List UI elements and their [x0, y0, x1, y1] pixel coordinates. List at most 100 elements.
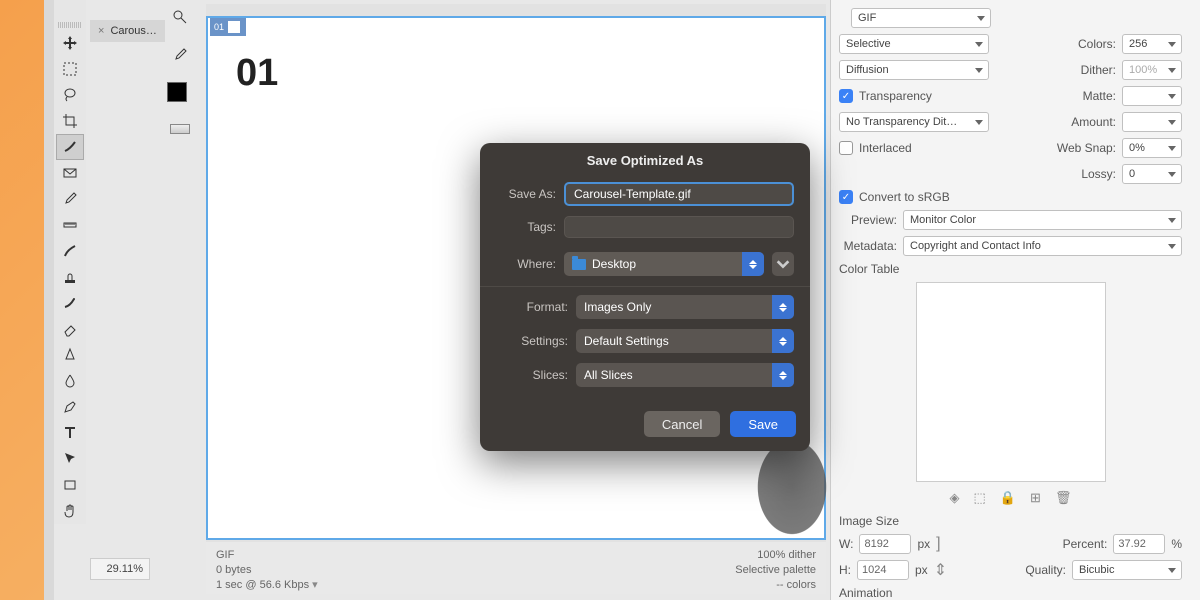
matte-select[interactable] — [1122, 86, 1182, 106]
magnify-icon[interactable] — [169, 6, 191, 28]
brush-tool-icon[interactable] — [56, 238, 84, 264]
transparency-label: Transparency — [859, 89, 932, 103]
drop-tool-icon[interactable] — [56, 368, 84, 394]
quality-select[interactable]: Bicubic — [1072, 560, 1182, 580]
slices-select[interactable]: All Slices — [576, 363, 794, 387]
save-button[interactable]: Save — [730, 411, 796, 437]
footer-format: GIF — [216, 548, 318, 563]
w-label: W: — [839, 537, 853, 551]
footer-palette: Selective palette — [735, 563, 816, 578]
where-label: Where: — [496, 257, 556, 271]
pen-tool-icon[interactable] — [56, 394, 84, 420]
dither-select[interactable]: Diffusion — [839, 60, 989, 80]
preview-select[interactable]: Monitor Color — [903, 210, 1182, 230]
ct-lock-icon[interactable]: 🔒 — [1000, 490, 1016, 506]
color-table — [916, 282, 1106, 482]
window-edge — [44, 0, 54, 600]
marquee-tool-icon[interactable] — [56, 56, 84, 82]
h-label: H: — [839, 563, 851, 577]
hand-tool-icon[interactable] — [56, 498, 84, 524]
zoom-level[interactable]: 29.11% — [90, 558, 150, 580]
settings-label: Settings: — [496, 334, 568, 348]
settings-select[interactable]: Default Settings — [576, 329, 794, 353]
colors-label: Colors: — [1078, 37, 1116, 51]
where-select[interactable]: Desktop — [564, 252, 764, 276]
percent-label: Percent: — [1063, 537, 1108, 551]
lasso-tool-icon[interactable] — [56, 82, 84, 108]
width-input[interactable]: 8192 — [859, 534, 911, 554]
ruler-tool-icon[interactable] — [56, 212, 84, 238]
metadata-select[interactable]: Copyright and Contact Info — [903, 236, 1182, 256]
eyedropper-tool-icon[interactable] — [56, 186, 84, 212]
eraser-tool-icon[interactable] — [56, 316, 84, 342]
colors-select[interactable]: 256 — [1122, 34, 1182, 54]
height-input[interactable]: 1024 — [857, 560, 909, 580]
slices-label: Slices: — [496, 368, 568, 382]
slice-swatch-icon[interactable] — [170, 124, 190, 134]
dialog-title: Save Optimized As — [480, 143, 810, 178]
tags-label: Tags: — [496, 220, 556, 234]
amount-select[interactable] — [1122, 112, 1182, 132]
blur-tool-icon[interactable] — [56, 134, 84, 160]
close-tab-icon[interactable]: × — [98, 25, 104, 37]
srgb-label: Convert to sRGB — [859, 190, 950, 204]
save-as-input[interactable]: Carousel-Template.gif — [564, 182, 794, 206]
save-optimized-dialog: Save Optimized As Save As: Carousel-Temp… — [480, 143, 810, 451]
tags-input[interactable] — [564, 216, 794, 238]
slice-badge[interactable]: 01 — [210, 18, 246, 36]
sharpen-tool-icon[interactable] — [56, 342, 84, 368]
percent-input[interactable]: 37.92 — [1113, 534, 1165, 554]
color-reduction-select[interactable]: Selective — [839, 34, 989, 54]
expand-button[interactable] — [772, 252, 794, 276]
path-select-tool-icon[interactable] — [56, 446, 84, 472]
ct-new-icon[interactable]: ⊞ — [1030, 490, 1041, 506]
ct-snap-icon[interactable]: ◈ — [950, 490, 960, 506]
envelope-tool-icon[interactable] — [56, 160, 84, 186]
interlaced-checkbox[interactable] — [839, 141, 853, 155]
tools-panel — [54, 0, 86, 524]
document-tab-name: Carous… — [110, 25, 156, 37]
history-brush-tool-icon[interactable] — [56, 290, 84, 316]
trans-dither-select[interactable]: No Transparency Dit… — [839, 112, 989, 132]
preview-footer: GIF 0 bytes 1 sec @ 56.6 Kbps ▾ 100% dit… — [206, 542, 826, 594]
cancel-button[interactable]: Cancel — [644, 411, 720, 437]
format-select-dialog[interactable]: Images Only — [576, 295, 794, 319]
srgb-checkbox[interactable]: ✓ — [839, 190, 853, 204]
transparency-checkbox[interactable]: ✓ — [839, 89, 853, 103]
websnap-select[interactable]: 0% — [1122, 138, 1182, 158]
color-swatch[interactable] — [167, 82, 193, 108]
matte-label: Matte: — [1083, 89, 1116, 103]
optimize-panel: GIF Selective Colors:256 Diffusion Dithe… — [830, 0, 1200, 600]
document-tab[interactable]: × Carous… — [90, 20, 165, 42]
rectangle-tool-icon[interactable] — [56, 472, 84, 498]
image-size-heading: Image Size — [839, 514, 1182, 528]
type-tool-icon[interactable] — [56, 420, 84, 446]
link2-icon[interactable]: ⇕ — [934, 560, 947, 580]
stamp-tool-icon[interactable] — [56, 264, 84, 290]
preview-tools — [160, 0, 200, 134]
folder-icon — [572, 259, 586, 270]
footer-dither: 100% dither — [735, 548, 816, 563]
canvas-content-text: 01 — [236, 52, 278, 95]
move-tool-icon[interactable] — [56, 30, 84, 56]
preview-label: Preview: — [839, 213, 897, 227]
ct-cube-icon[interactable]: ⬚ — [974, 490, 986, 506]
footer-timing: 1 sec @ 56.6 Kbps — [216, 579, 309, 591]
interlaced-label: Interlaced — [859, 141, 912, 155]
metadata-label: Metadata: — [839, 239, 897, 253]
color-table-heading: Color Table — [839, 262, 1182, 276]
eyedropper-icon[interactable] — [169, 44, 191, 66]
dither-pct-select[interactable]: 100% — [1122, 60, 1182, 80]
crop-tool-icon[interactable] — [56, 108, 84, 134]
ct-trash-icon[interactable]: 🗑 — [1055, 490, 1072, 506]
format-select[interactable]: GIF — [851, 8, 991, 28]
save-as-label: Save As: — [496, 187, 556, 201]
quality-label: Quality: — [1025, 563, 1066, 577]
updown-arrow-icon — [742, 252, 764, 276]
format-label: Format: — [496, 300, 568, 314]
footer-colors: -- colors — [735, 578, 816, 593]
websnap-label: Web Snap: — [1057, 141, 1116, 155]
link-icon[interactable]: ] — [936, 535, 940, 553]
lossy-select[interactable]: 0 — [1122, 164, 1182, 184]
footer-bytes: 0 bytes — [216, 563, 318, 578]
